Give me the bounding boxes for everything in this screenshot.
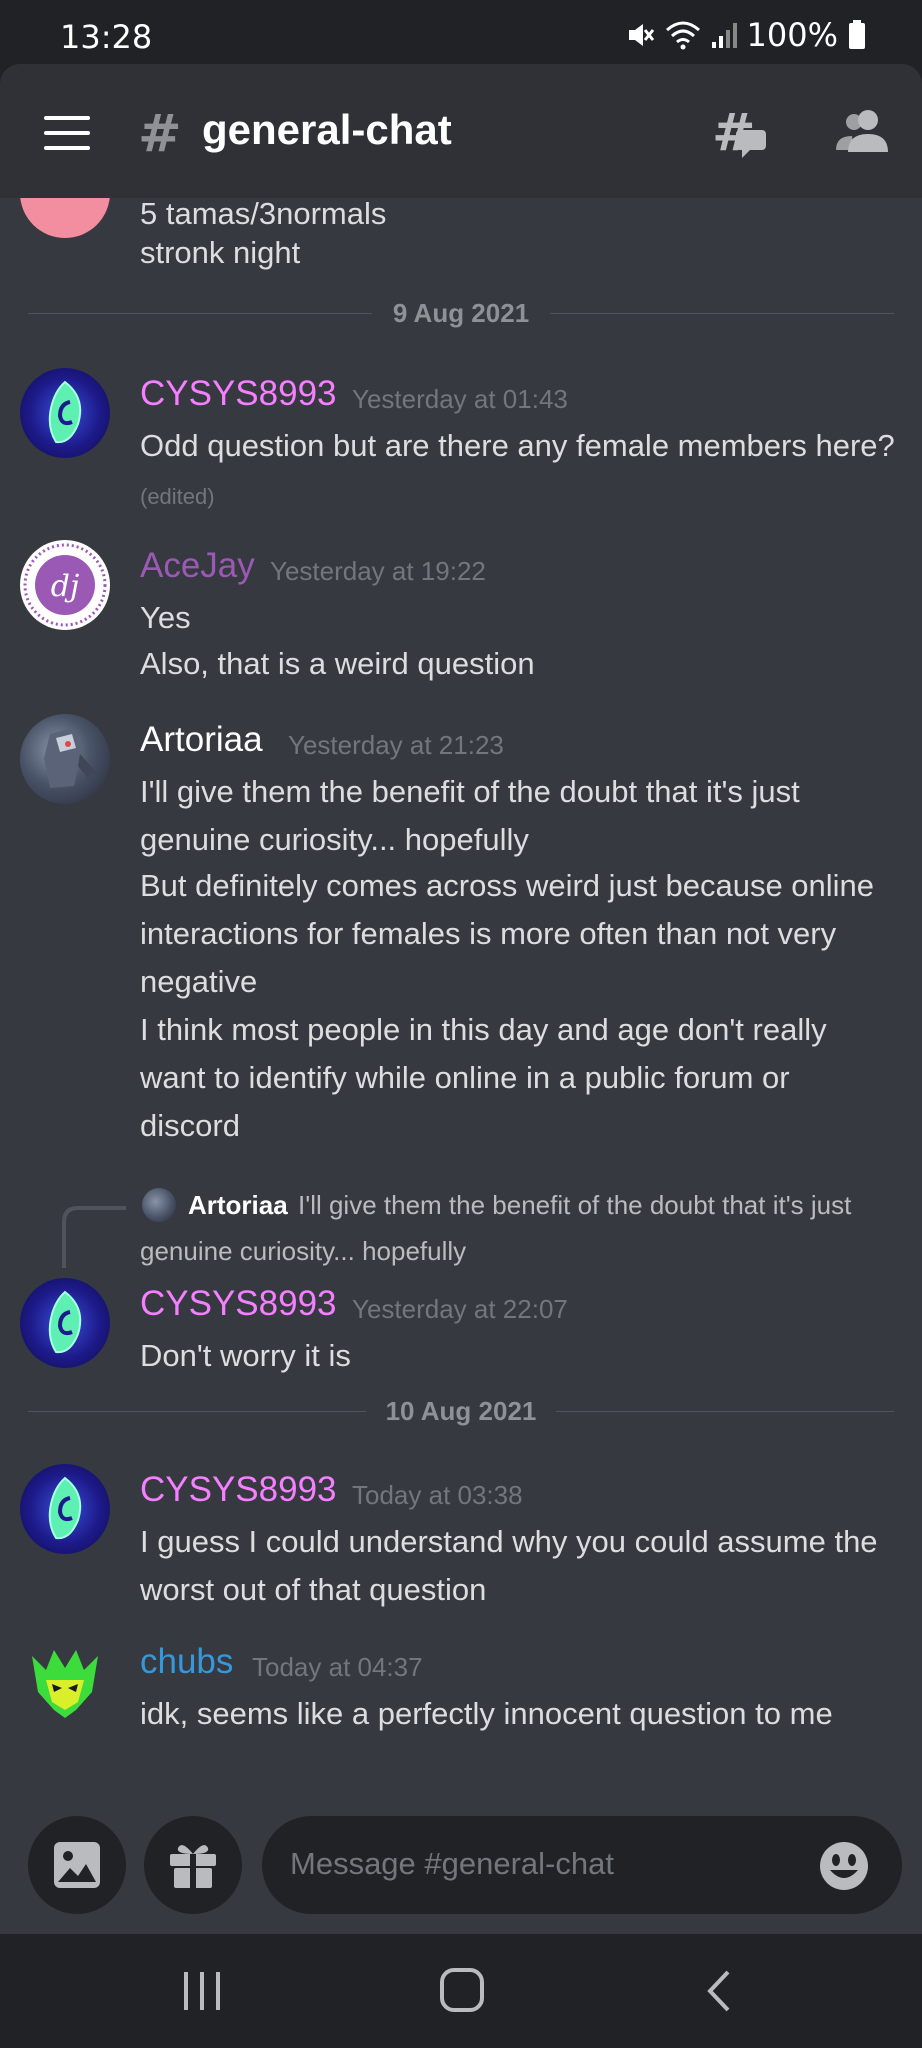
message-text: negative [140, 964, 258, 999]
system-nav-bar [0, 1934, 922, 2048]
reply-text: genuine curiosity... hopefully [140, 1236, 467, 1266]
message-input-placeholder: Message #general-chat [290, 1846, 614, 1881]
battery-icon [849, 20, 865, 49]
avatar[interactable]: dj [20, 540, 110, 630]
svg-text:dj: dj [51, 569, 80, 604]
message-text: stronk night [140, 235, 301, 270]
reply-preview[interactable]: Artoriaa I'll give them the benefit of t… [140, 1184, 900, 1274]
avatar-logo-icon [48, 380, 82, 444]
battery-percent: 100% [746, 16, 838, 54]
members-icon[interactable] [836, 108, 890, 154]
username[interactable]: CYSYS8993 [140, 1470, 337, 1510]
channel-hash-icon: # [138, 104, 182, 164]
avatar[interactable] [20, 368, 110, 458]
message-text: Also, that is a weird question [140, 646, 535, 681]
gift-icon [170, 1845, 216, 1888]
avatar-dragon-icon [32, 1650, 98, 1718]
message-text: Don't worry it is [140, 1338, 351, 1373]
message-text: worst out of that question [140, 1572, 487, 1607]
emoji-icon[interactable] [818, 1840, 870, 1892]
hamburger-menu-icon[interactable] [44, 116, 90, 150]
recents-icon[interactable] [180, 1968, 226, 2014]
timestamp: Yesterday at 21:23 [288, 730, 504, 760]
avatar-logo-icon: dj [23, 543, 107, 627]
channel-title[interactable]: general-chat [202, 106, 452, 154]
message-text: want to identify while online in a publi… [140, 1060, 790, 1095]
avatar-armor-icon [44, 728, 96, 788]
date-divider: 9 Aug 2021 [28, 298, 894, 328]
username[interactable]: CYSYS8993 [140, 1284, 337, 1324]
timestamp: Yesterday at 22:07 [352, 1294, 568, 1324]
reply-username: Artoriaa [188, 1190, 288, 1220]
timestamp: Today at 04:37 [252, 1652, 423, 1682]
message-list[interactable]: 5 tamas/3normals stronk night 9 Aug 2021… [0, 198, 922, 1810]
timestamp: Yesterday at 01:43 [352, 384, 568, 414]
reply-text: I'll give them the benefit of the doubt … [298, 1190, 852, 1220]
reply-avatar [142, 1188, 176, 1222]
avatar[interactable] [20, 198, 110, 238]
reply-connector [62, 1206, 126, 1268]
message-text: Yes [140, 600, 191, 635]
message-text: discord [140, 1108, 240, 1143]
status-time: 13:28 [60, 18, 153, 56]
avatar-logo-icon [48, 1476, 82, 1540]
message-text: But definitely comes across weird just b… [140, 868, 875, 903]
wifi-icon [665, 21, 700, 50]
status-indicators: 100% [625, 16, 866, 54]
message-text: idk, seems like a perfectly innocent que… [140, 1696, 833, 1731]
username[interactable]: Artoriaa [140, 720, 263, 760]
avatar[interactable] [20, 1636, 110, 1726]
message-text: I think most people in this day and age … [140, 1012, 827, 1047]
image-icon [54, 1842, 100, 1888]
back-icon[interactable] [702, 1968, 736, 2014]
signal-icon [711, 23, 737, 48]
avatar[interactable] [20, 714, 110, 804]
timestamp: Yesterday at 19:22 [270, 556, 486, 586]
message-text: interactions for females is more often t… [140, 916, 837, 951]
message-text: Odd question but are there any female me… [140, 428, 895, 463]
avatar[interactable] [20, 1464, 110, 1554]
gift-button[interactable] [144, 1816, 242, 1914]
username[interactable]: AceJay [140, 546, 255, 586]
avatar-logo-icon [48, 1290, 82, 1354]
timestamp: Today at 03:38 [352, 1480, 523, 1510]
edited-tag: (edited) [140, 484, 215, 509]
mute-icon [628, 24, 654, 46]
username[interactable]: chubs [140, 1642, 233, 1682]
message-text: I guess I could understand why you could… [140, 1524, 878, 1559]
message-text: genuine curiosity... hopefully [140, 822, 529, 857]
home-icon[interactable] [438, 1966, 486, 2014]
attach-image-button[interactable] [28, 1816, 126, 1914]
username[interactable]: CYSYS8993 [140, 374, 337, 414]
status-bar: 13:28 100% [0, 0, 922, 64]
date-divider: 10 Aug 2021 [28, 1396, 894, 1426]
avatar[interactable] [20, 1278, 110, 1368]
threads-icon[interactable]: # [712, 106, 768, 160]
message-text: I'll give them the benefit of the doubt … [140, 774, 800, 809]
